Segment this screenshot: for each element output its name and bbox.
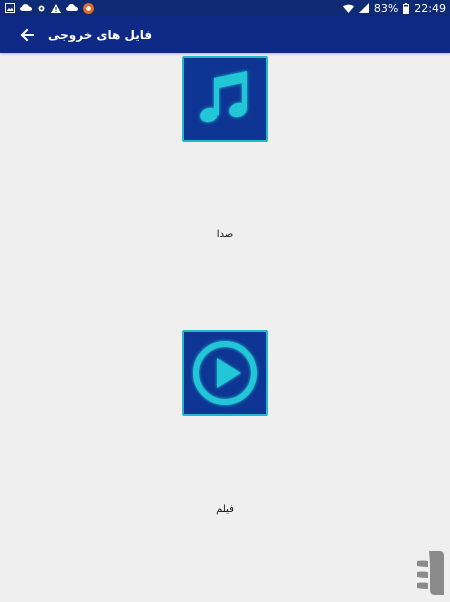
audio-tile[interactable]	[182, 56, 268, 142]
play-circle-icon	[193, 341, 257, 405]
audio-label: صدا	[216, 229, 234, 240]
clock: 22:49	[414, 1, 446, 15]
app-bar: فایل های خروجی	[0, 16, 450, 53]
page-title: فایل های خروجی	[48, 27, 153, 42]
music-note-icon	[200, 71, 247, 123]
warning-icon	[51, 3, 61, 13]
status-right-icons: 83% 22:49	[342, 1, 446, 15]
back-button[interactable]	[16, 24, 38, 46]
settings-icon	[37, 4, 46, 13]
video-label: فیلم	[216, 504, 234, 515]
signal-icon	[358, 3, 369, 13]
app-icon	[83, 2, 94, 14]
status-bar: 83% 22:49	[0, 0, 450, 16]
battery-text: 83%	[373, 1, 399, 15]
battery-icon	[403, 2, 410, 14]
video-tile[interactable]	[182, 330, 268, 416]
status-left-icons	[5, 2, 94, 14]
cloud-icon	[66, 4, 78, 12]
brand-logo	[414, 548, 446, 598]
arrow-back-icon	[20, 28, 34, 41]
cloud-icon	[20, 4, 32, 12]
wifi-icon	[342, 4, 354, 13]
image-icon	[5, 3, 15, 13]
